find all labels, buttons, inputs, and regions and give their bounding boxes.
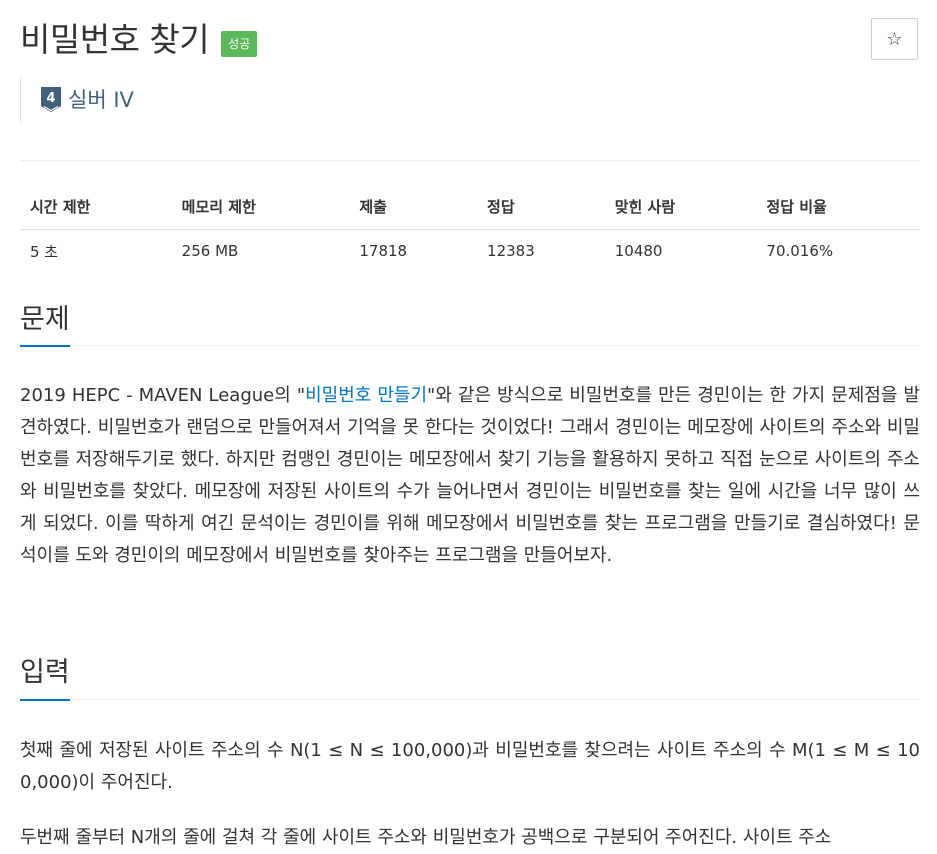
header-memory-limit: 메모리 제한 [171, 184, 350, 230]
header-time-limit: 시간 제한 [20, 184, 172, 230]
problem-section-title: 문제 [20, 304, 70, 335]
section-divider [20, 345, 920, 346]
memory-limit-value: 256 MB [181, 242, 239, 260]
page-title: 비밀번호 찾기 [20, 20, 210, 59]
header-accept-ratio: 정답 비율 [756, 184, 920, 230]
solved-users-value: 10480 [614, 242, 663, 260]
time-limit-value: 5 초 [30, 242, 59, 261]
input-section-title: 입력 [20, 657, 70, 688]
problem-page: 비밀번호 찾기 성공 ☆ 4 실버 IV 시간 제한 메모리 제한 제출 정답 … [0, 0, 937, 852]
favorite-star-button[interactable]: ☆ [871, 18, 918, 60]
header-solved-users: 맞힌 사람 [604, 184, 757, 230]
info-header-row: 시간 제한 메모리 제한 제출 정답 맞힌 사람 정답 비율 [20, 184, 920, 230]
star-icon: ☆ [886, 28, 903, 49]
status-badge: 성공 [221, 31, 258, 57]
problem-text-before: 2019 HEPC - MAVEN League의 " [20, 385, 306, 406]
tier-shield-icon: 4 [41, 87, 61, 112]
tier-label: 실버 IV [68, 88, 134, 112]
accept-ratio-value: 70.016% [766, 242, 834, 260]
submissions-value: 17818 [359, 242, 408, 260]
tier-number: 4 [46, 91, 55, 106]
header-submissions: 제출 [349, 184, 478, 230]
tier-block: 4 실버 IV [20, 76, 134, 124]
problem-description: 2019 HEPC - MAVEN League의 "비밀번호 만들기"와 같은… [20, 380, 920, 572]
problem-info-table: 시간 제한 메모리 제한 제출 정답 맞힌 사람 정답 비율 5 초 256 M… [20, 184, 920, 272]
header-accepted: 정답 [477, 184, 605, 230]
make-password-link[interactable]: 비밀번호 만들기 [305, 385, 427, 406]
info-value-row: 5 초 256 MB 17818 12383 10480 70.016% [20, 230, 920, 273]
divider [20, 160, 920, 161]
input-description-2: 두번째 줄부터 N개의 줄에 걸쳐 각 줄에 사이트 주소와 비밀번호가 공백으… [20, 827, 832, 848]
input-description-1: 첫째 줄에 저장된 사이트 주소의 수 N(1 ≤ N ≤ 100,000)과 … [20, 740, 920, 793]
accepted-value: 12383 [487, 242, 535, 260]
section-underline [20, 699, 70, 701]
problem-text-after: "와 같은 방식으로 비밀번호를 만든 경민이는 한 가지 문제점을 발견하였다… [20, 385, 920, 566]
section-divider [20, 699, 920, 700]
title-row: 비밀번호 찾기 성공 [20, 14, 258, 66]
section-underline [20, 345, 70, 347]
tier[interactable]: 4 실버 IV [41, 87, 134, 113]
